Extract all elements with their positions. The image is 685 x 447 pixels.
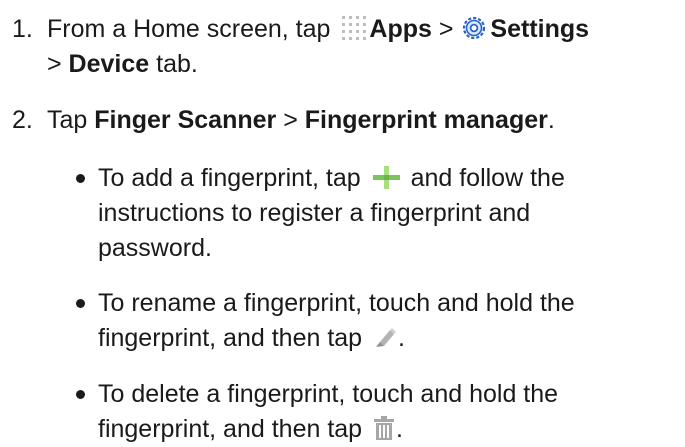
bullet-1-text-c: instructions to register a fingerprint a… bbox=[98, 199, 531, 227]
step-1-text-d: > bbox=[47, 50, 69, 78]
step-2-number: 2. bbox=[12, 106, 33, 134]
bullet-3-dot bbox=[76, 390, 85, 399]
step-1-line-1: From a Home screen, tap Apps > Settings bbox=[47, 14, 589, 44]
step-2-line-1: Tap Finger Scanner > Fingerprint manager… bbox=[47, 105, 555, 135]
step-1-number: 1. bbox=[12, 15, 33, 43]
bullet-3-text-b: fingerprint, and then tap bbox=[98, 415, 370, 443]
bullet-1-line-2: instructions to register a fingerprint a… bbox=[98, 198, 530, 228]
step-2-period: . bbox=[547, 106, 555, 134]
apps-grid-icon bbox=[341, 15, 367, 41]
step-1-text-a: From a Home screen, tap bbox=[47, 15, 338, 43]
bullet-2-dot bbox=[76, 299, 85, 308]
settings-label: Settings bbox=[490, 15, 590, 43]
bullet-1-line-3: password. bbox=[98, 233, 212, 263]
finger-scanner-label: Finger Scanner bbox=[94, 106, 277, 134]
bullet-2-text-a: To rename a fingerprint, touch and hold … bbox=[98, 289, 575, 317]
instructions-document: 1. From a Home screen, tap Apps > Settin… bbox=[0, 0, 685, 445]
bullet-3-text-a: To delete a fingerprint, touch and hold … bbox=[98, 380, 559, 408]
trash-icon bbox=[373, 416, 395, 441]
step-2-text-a: Tap bbox=[47, 106, 95, 134]
bullet-3-line-1: To delete a fingerprint, touch and hold … bbox=[98, 379, 558, 409]
step-1-line-2: > Device tab. bbox=[47, 49, 198, 79]
bullet-2-line-1: To rename a fingerprint, touch and hold … bbox=[98, 288, 575, 318]
fingerprint-manager-label: Fingerprint manager bbox=[304, 106, 548, 134]
bullet-1-dot bbox=[76, 174, 85, 183]
apps-label: Apps bbox=[369, 15, 432, 43]
bullet-2-line-2: fingerprint, and then tap . bbox=[98, 323, 405, 353]
bullet-3-line-2: fingerprint, and then tap . bbox=[98, 414, 403, 444]
bullet-1-text-b: and follow the bbox=[403, 164, 565, 192]
bullet-2-period: . bbox=[398, 324, 405, 352]
step-1-separator: > bbox=[431, 15, 461, 43]
settings-gear-icon bbox=[462, 16, 486, 40]
bullet-2-text-b: fingerprint, and then tap bbox=[98, 324, 370, 352]
bullet-1-text-a: To add a fingerprint, tap bbox=[98, 164, 368, 192]
plus-icon bbox=[371, 164, 401, 190]
pencil-icon bbox=[373, 325, 397, 349]
step-2-separator: > bbox=[276, 106, 305, 134]
bullet-1-line-1: To add a fingerprint, tap and follow the bbox=[98, 163, 565, 193]
device-label: Device bbox=[68, 50, 150, 78]
bullet-3-period: . bbox=[396, 415, 403, 443]
bullet-1-text-d: password. bbox=[98, 234, 212, 262]
step-1-text-e: tab. bbox=[149, 50, 198, 78]
